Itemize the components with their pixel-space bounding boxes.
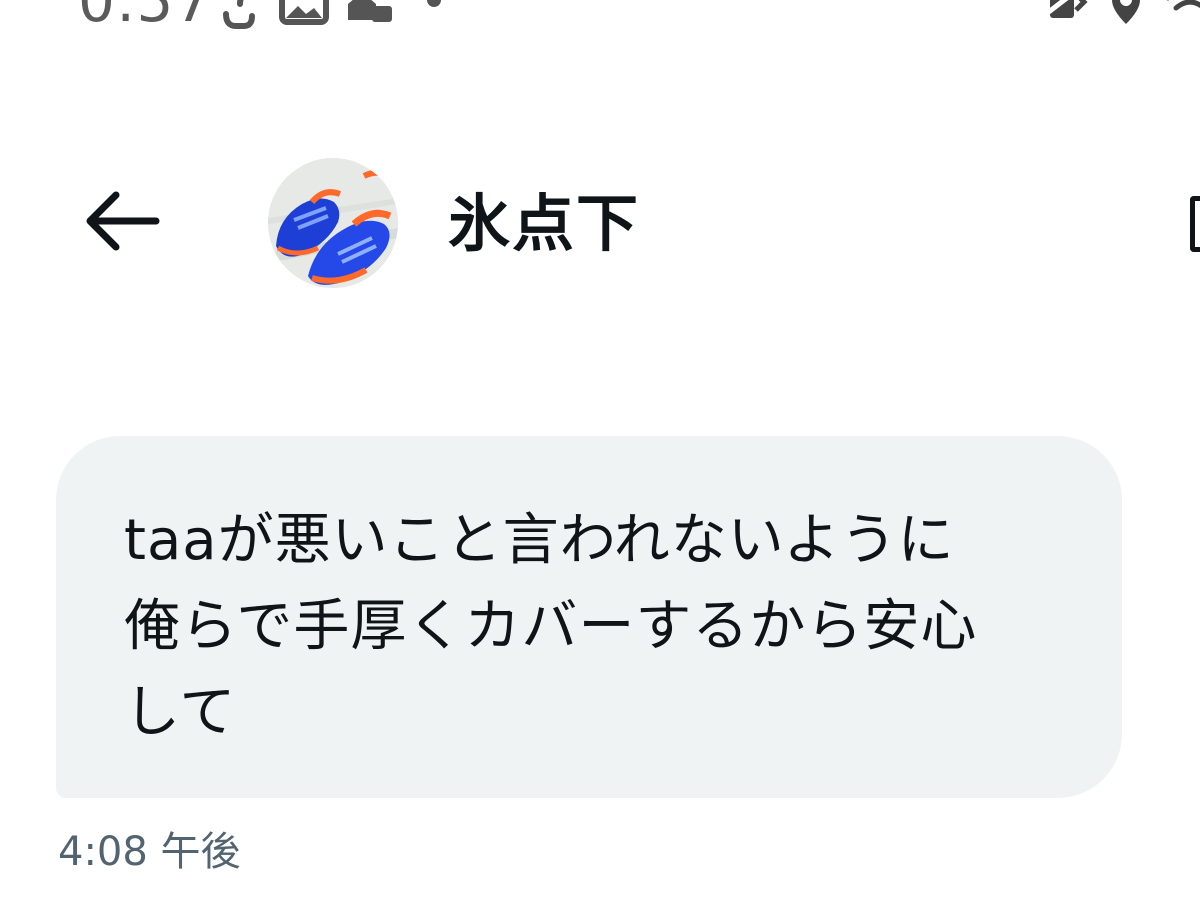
image-icon [279, 0, 329, 25]
contact-name[interactable]: 氷点下 [448, 188, 640, 260]
conversation-info-icon[interactable] [1190, 196, 1200, 252]
status-system-icons [1044, 0, 1200, 24]
arrow-left-icon [86, 191, 160, 251]
location-icon [1112, 0, 1140, 24]
dot-icon [427, 0, 441, 7]
vibrate-icon [1044, 0, 1088, 18]
shoes-avatar-image [268, 158, 398, 288]
status-bar: 0:57 [0, 0, 1200, 40]
notification-icon [348, 0, 392, 22]
wifi-icon [1166, 0, 1200, 11]
status-notification-icons [223, 0, 441, 29]
link-icon [223, 0, 255, 29]
message-bubble[interactable]: taaが悪いこと言われないように 俺らで手厚くカバーするから安心 して [56, 436, 1122, 798]
conversation-header: 氷点下 [0, 150, 1200, 290]
status-time: 0:57 [78, 0, 213, 35]
message-text: taaが悪いこと言われないように 俺らで手厚くカバーするから安心 して [124, 508, 978, 745]
message-timestamp: 4:08 午後 [58, 829, 241, 875]
avatar[interactable] [268, 158, 398, 288]
back-button[interactable] [82, 188, 164, 254]
